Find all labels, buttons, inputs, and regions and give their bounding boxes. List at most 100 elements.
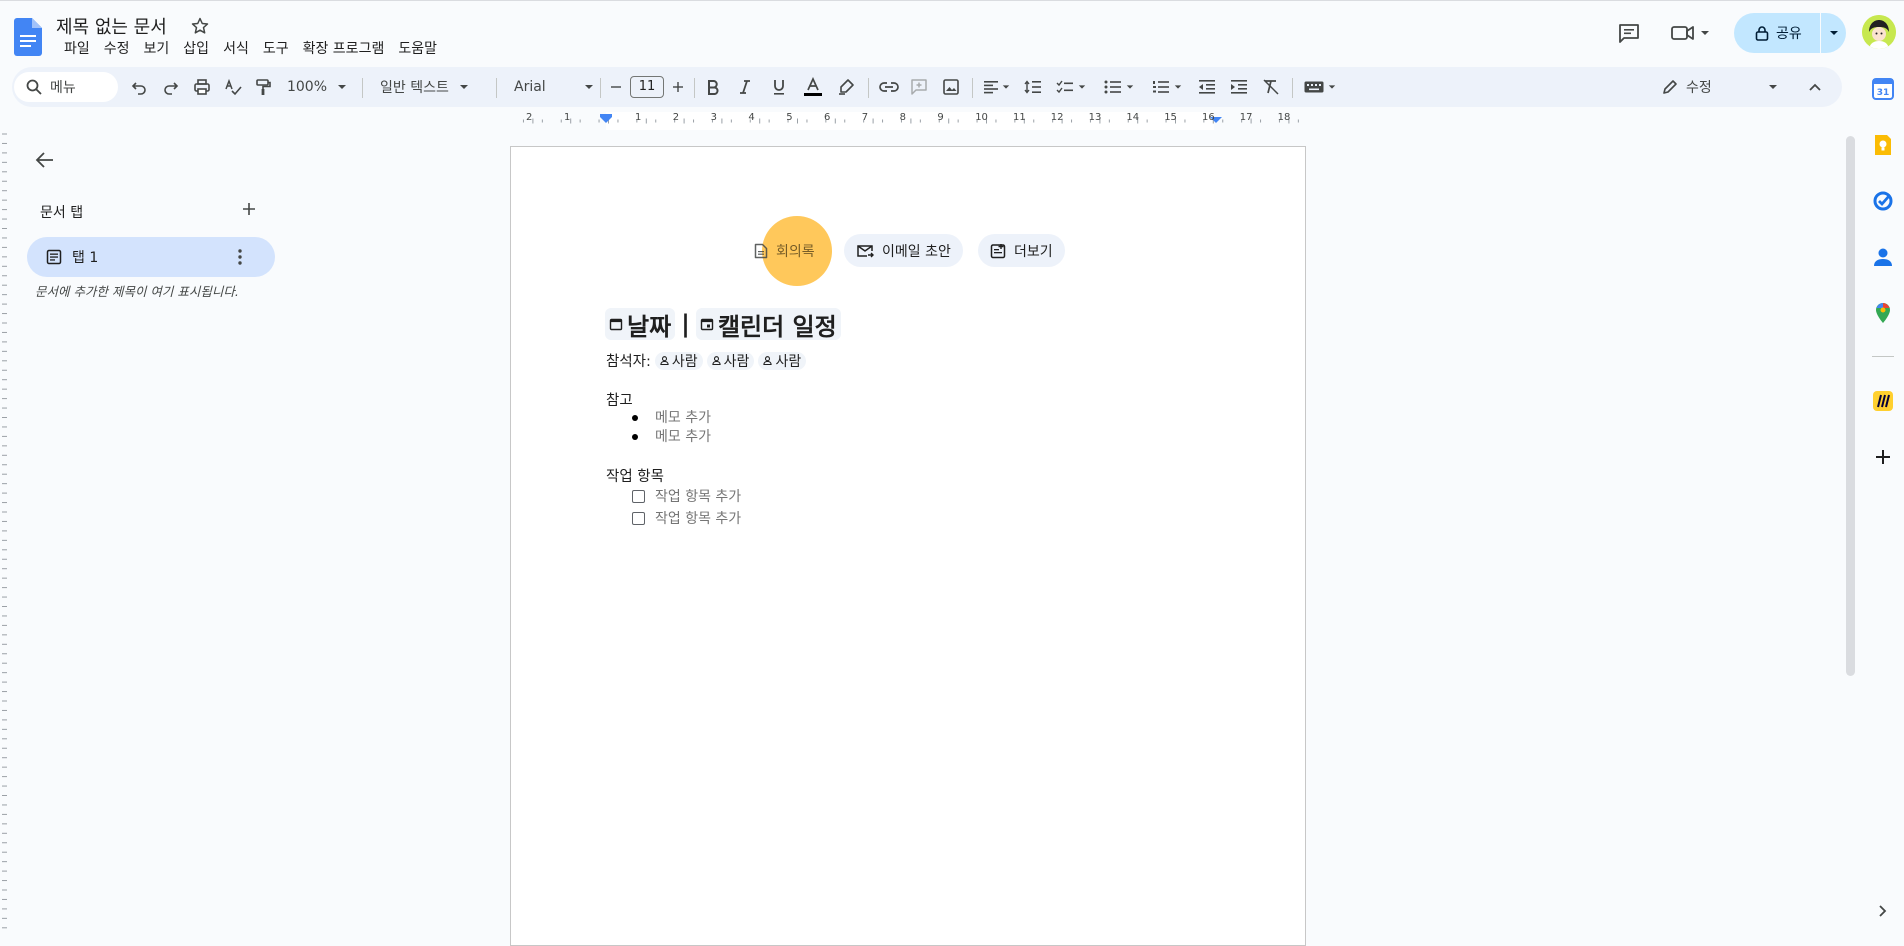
- miro-app-icon[interactable]: [1872, 390, 1894, 412]
- menu-edit[interactable]: 수정: [97, 39, 137, 59]
- date-chip[interactable]: 날짜: [605, 308, 676, 341]
- calendar-app-icon[interactable]: 31: [1872, 78, 1894, 100]
- bullet: [632, 434, 638, 440]
- editing-mode-select[interactable]: 수정: [1650, 67, 1786, 107]
- menu-view[interactable]: 보기: [137, 39, 177, 59]
- pencil-icon: [1663, 80, 1677, 94]
- add-app-icon[interactable]: [1872, 446, 1894, 468]
- star-icon[interactable]: [190, 16, 210, 36]
- hide-menus-icon[interactable]: [1802, 67, 1828, 107]
- menu-file[interactable]: 파일: [57, 39, 97, 59]
- note-placeholder[interactable]: 메모 추가: [655, 426, 711, 446]
- menu-bar: 파일 수정 보기 삽입 서식 도구 확장 프로그램 도움말: [57, 39, 444, 59]
- bulleted-list-button[interactable]: [1100, 67, 1138, 107]
- calendar-icon: [609, 318, 623, 331]
- person-icon: [712, 356, 721, 365]
- spellcheck-icon[interactable]: [222, 67, 244, 107]
- meeting-heading: 날짜 | 캘린더 일정: [605, 308, 841, 341]
- vertical-ruler[interactable]: [0, 130, 10, 934]
- text-color-icon[interactable]: [800, 67, 826, 107]
- chip-label: 회의록: [776, 243, 815, 260]
- zoom-select[interactable]: 100%: [282, 67, 352, 107]
- action-item-placeholder[interactable]: 작업 항목 추가: [655, 486, 741, 506]
- menu-format[interactable]: 서식: [216, 39, 256, 59]
- menu-search-label: 메뉴: [50, 80, 76, 96]
- meeting-notes-chip[interactable]: 회의록: [742, 234, 827, 267]
- line-spacing-icon[interactable]: [1020, 67, 1046, 107]
- ruler-label: 1: [564, 112, 571, 123]
- italic-icon[interactable]: [734, 67, 756, 107]
- contacts-app-icon[interactable]: [1872, 246, 1894, 268]
- align-button[interactable]: [978, 67, 1014, 107]
- highlight-color-icon[interactable]: [834, 67, 858, 107]
- add-comment-icon[interactable]: [906, 67, 932, 107]
- share-main[interactable]: 공유: [1734, 13, 1820, 53]
- undo-icon[interactable]: [128, 67, 150, 107]
- more-chip[interactable]: 더보기: [978, 234, 1065, 267]
- ruler-label: 7: [861, 112, 869, 123]
- font-value: Arial: [514, 79, 546, 95]
- numbered-list-button[interactable]: [1148, 67, 1186, 107]
- font-size-input[interactable]: 11: [630, 76, 664, 98]
- insert-link-icon[interactable]: [876, 67, 902, 107]
- ruler-label: 13: [1088, 112, 1102, 123]
- checkbox[interactable]: [632, 512, 645, 525]
- keep-app-icon[interactable]: [1872, 134, 1894, 156]
- bold-icon[interactable]: [702, 67, 724, 107]
- person-chip-label: 사람: [723, 353, 750, 370]
- calendar-event-chip[interactable]: 캘린더 일정: [695, 308, 841, 341]
- person-chip[interactable]: 사람: [706, 351, 755, 370]
- add-tab-icon[interactable]: [240, 200, 258, 218]
- underline-icon[interactable]: [768, 67, 790, 107]
- toolbar-divider: [868, 78, 869, 98]
- meet-button[interactable]: [1670, 19, 1720, 47]
- email-draft-chip[interactable]: 이메일 초안: [844, 234, 963, 267]
- ruler-label: 10: [975, 112, 988, 123]
- formatting-toolbar: 메뉴 100% 일반 텍스트 Arial 11 수정: [12, 67, 1842, 107]
- decrease-indent-icon[interactable]: [1194, 67, 1220, 107]
- menu-help[interactable]: 도움말: [391, 39, 444, 59]
- decrease-font-size-icon[interactable]: [606, 67, 626, 107]
- note-placeholder[interactable]: 메모 추가: [655, 407, 711, 427]
- ruler-label: 15: [1164, 112, 1177, 123]
- zoom-value: 100%: [286, 79, 328, 95]
- clear-formatting-icon[interactable]: [1258, 67, 1284, 107]
- menu-search[interactable]: 메뉴: [14, 72, 118, 102]
- comment-history-icon[interactable]: [1617, 21, 1641, 45]
- share-dropdown[interactable]: [1821, 28, 1846, 38]
- chevron-down-icon: [1002, 85, 1009, 89]
- print-icon[interactable]: [190, 67, 214, 107]
- document-tab-1[interactable]: 탭 1: [27, 237, 275, 277]
- person-chip[interactable]: 사람: [758, 351, 807, 370]
- vertical-scrollbar[interactable]: [1846, 136, 1855, 676]
- avatar[interactable]: [1862, 15, 1896, 49]
- checklist-button[interactable]: [1052, 67, 1090, 107]
- increase-font-size-icon[interactable]: [668, 67, 688, 107]
- more-options-icon[interactable]: [238, 249, 242, 265]
- expand-panel-icon[interactable]: [1876, 904, 1898, 926]
- chevron-down-icon: [1829, 31, 1838, 35]
- action-item-placeholder[interactable]: 작업 항목 추가: [655, 508, 741, 528]
- chevron-down-icon: [1768, 85, 1777, 89]
- back-arrow-icon[interactable]: [34, 149, 56, 171]
- docs-logo-icon[interactable]: [14, 18, 42, 56]
- menu-extensions[interactable]: 확장 프로그램: [296, 39, 392, 59]
- menu-tools[interactable]: 도구: [256, 39, 296, 59]
- horizontal-ruler[interactable]: 2 1 1 2 3 4 5 6 7 8 9 10 11 12 13 14 15 16 17 18: [510, 112, 1310, 130]
- maps-app-icon[interactable]: [1872, 302, 1894, 324]
- person-chip[interactable]: 사람: [654, 351, 703, 370]
- ruler-label: 12: [1050, 112, 1064, 123]
- redo-icon[interactable]: [160, 67, 182, 107]
- insert-image-icon[interactable]: [938, 67, 964, 107]
- bulleted-list-icon: [1104, 80, 1121, 94]
- style-select[interactable]: 일반 텍스트: [372, 67, 492, 107]
- share-button[interactable]: 공유: [1734, 13, 1846, 53]
- paint-format-icon[interactable]: [252, 67, 274, 107]
- input-tools-button[interactable]: [1300, 67, 1340, 107]
- increase-indent-icon[interactable]: [1226, 67, 1252, 107]
- checkbox[interactable]: [632, 490, 645, 503]
- document-title[interactable]: 제목 없는 문서: [56, 13, 167, 39]
- font-select[interactable]: Arial: [506, 67, 596, 107]
- tasks-app-icon[interactable]: [1872, 190, 1894, 212]
- menu-insert[interactable]: 삽입: [176, 39, 216, 59]
